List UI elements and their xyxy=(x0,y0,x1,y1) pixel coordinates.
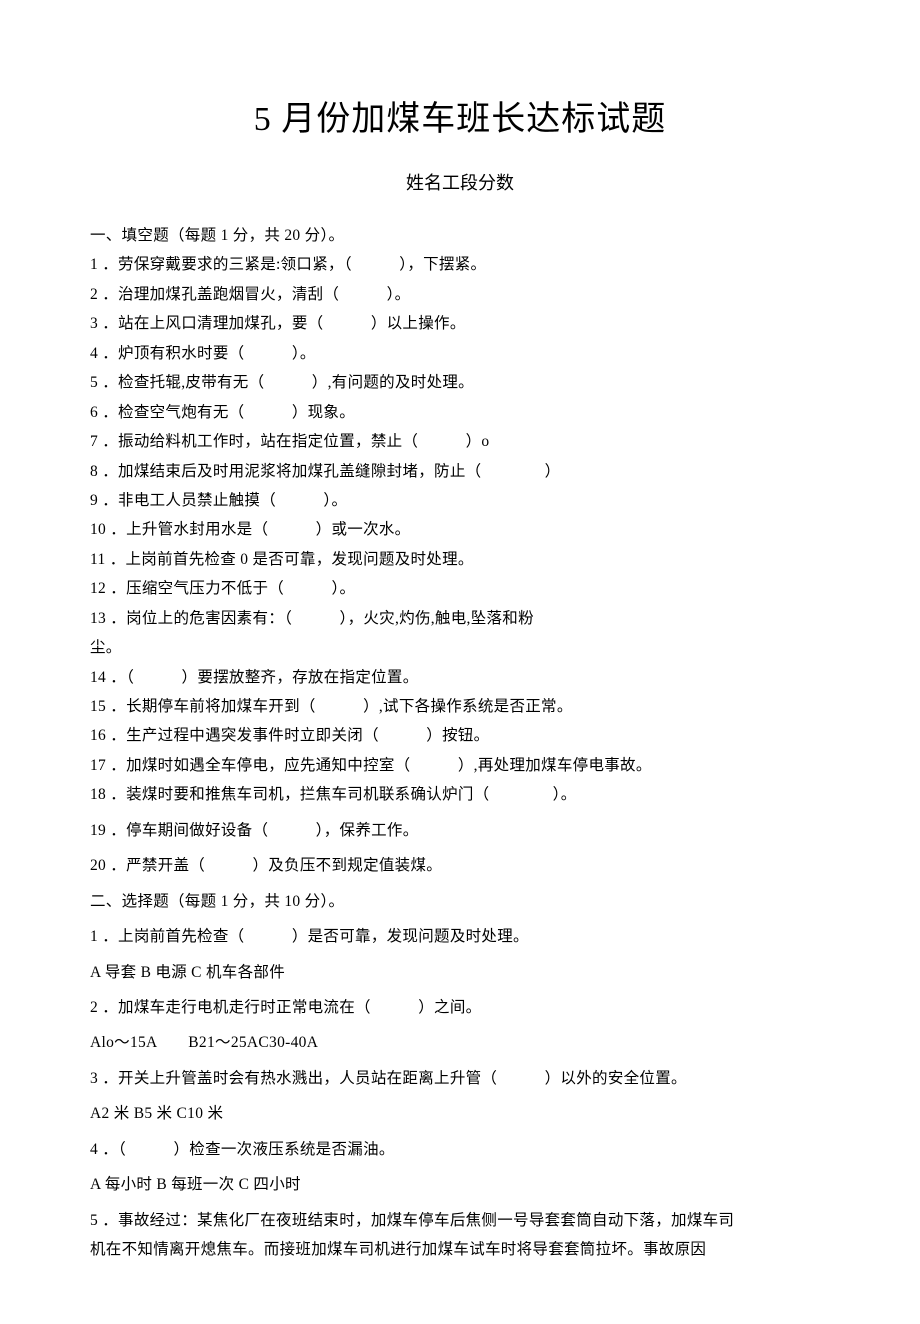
choice-q4: 4 ．（ ）检查一次液压系统是否漏油。 xyxy=(90,1135,830,1164)
fill-q14: 14 ．（ ）要摆放整齐，存放在指定位置。 xyxy=(90,663,830,692)
choice-q2: 2 ．加煤车走行电机走行时正常电流在（ ）之间。 xyxy=(90,993,830,1022)
choice-q2-options: Alo〜15A B21〜25AC30-40A xyxy=(90,1028,830,1057)
fill-q13b: 尘。 xyxy=(90,633,830,662)
page-subtitle: 姓名工段分数 xyxy=(90,168,830,200)
fill-q15: 15 ．长期停车前将加煤车开到（ ）,试下各操作系统是否正常。 xyxy=(90,692,830,721)
choice-q5b: 机在不知情离开熄焦车。而接班加煤车司机进行加煤车试车时将导套套筒拉坏。事故原因 xyxy=(90,1235,830,1264)
section-2-header: 二、选择题（每题 1 分，共 10 分）。 xyxy=(90,887,830,916)
fill-q6: 6 ．检查空气炮有无（ ）现象。 xyxy=(90,398,830,427)
fill-q12: 12 ．压缩空气压力不低于（ ）。 xyxy=(90,574,830,603)
choice-q1: 1 ．上岗前首先检查（ ）是否可靠，发现问题及时处理。 xyxy=(90,922,830,951)
fill-q13: 13 ．岗位上的危害因素有：（ ），火灾,灼伤,触电,坠落和粉 xyxy=(90,604,830,633)
fill-q1: 1 ．劳保穿戴要求的三紧是:领口紧，（ ），下摆紧。 xyxy=(90,250,830,279)
choice-q4-options: A 每小时 B 每班一次 C 四小时 xyxy=(90,1170,830,1199)
fill-q17: 17 ．加煤时如遇全车停电，应先通知中控室（ ）,再处理加煤车停电事故。 xyxy=(90,751,830,780)
fill-q3: 3 ．站在上风口清理加煤孔，要（ ）以上操作。 xyxy=(90,309,830,338)
fill-q4: 4 ．炉顶有积水时要（ ）。 xyxy=(90,339,830,368)
fill-q16: 16 ．生产过程中遇突发事件时立即关闭（ ）按钮。 xyxy=(90,721,830,750)
choice-q3-options: A2 米 B5 米 C10 米 xyxy=(90,1099,830,1128)
section-1-header: 一、填空题（每题 1 分，共 20 分）。 xyxy=(90,221,830,250)
fill-q11: 11 ．上岗前首先检查 0 是否可靠，发现问题及时处理。 xyxy=(90,545,830,574)
fill-q2: 2 ．治理加煤孔盖跑烟冒火，清刮（ ）。 xyxy=(90,280,830,309)
fill-q8: 8 ．加煤结束后及时用泥浆将加煤孔盖缝隙封堵，防止（ ） xyxy=(90,457,830,486)
fill-q20: 20 ．严禁开盖（ ）及负压不到规定值装煤。 xyxy=(90,851,830,880)
fill-q7: 7 ．振动给料机工作时，站在指定位置，禁止（ ）o xyxy=(90,427,830,456)
fill-q10: 10 ．上升管水封用水是（ ）或一次水。 xyxy=(90,515,830,544)
choice-q3: 3 ．开关上升管盖时会有热水溅出，人员站在距离上升管（ ）以外的安全位置。 xyxy=(90,1064,830,1093)
fill-q5: 5 ．检查托辊,皮带有无（ ）,有问题的及时处理。 xyxy=(90,368,830,397)
fill-q19: 19 ．停车期间做好设备（ ），保养工作。 xyxy=(90,816,830,845)
choice-q5a: 5 ．事故经过：某焦化厂在夜班结束时，加煤车停车后焦侧一号导套套筒自动下落，加煤… xyxy=(90,1206,830,1235)
fill-q18: 18 ．装煤时要和推焦车司机，拦焦车司机联系确认炉门（ ）。 xyxy=(90,780,830,809)
page-title: 5 月份加煤车班长达标试题 xyxy=(90,90,830,150)
choice-q1-options: A 导套 B 电源 C 机车各部件 xyxy=(90,958,830,987)
fill-q9: 9 ．非电工人员禁止触摸（ ）。 xyxy=(90,486,830,515)
